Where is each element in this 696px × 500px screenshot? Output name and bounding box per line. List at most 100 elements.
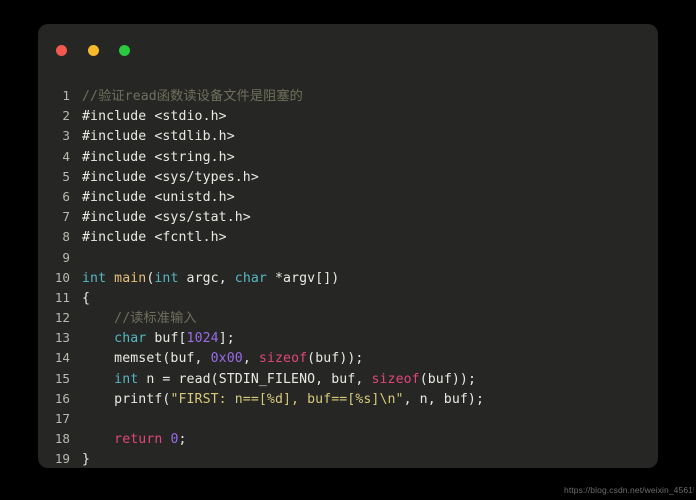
line-number: 3	[62, 128, 70, 144]
code-line: 13 char buf[1024];	[38, 328, 658, 348]
code-line-content: return 0;	[82, 430, 187, 450]
code-window: 1//验证read函数读设备文件是阻塞的 2 #include <stdio.h> 3…	[38, 24, 658, 468]
code-token: memset(buf,	[82, 351, 211, 367]
code-line-content: //读标准输入	[82, 309, 197, 329]
code-line-content: #include <string.h>	[82, 148, 235, 168]
line-number: 11	[54, 289, 70, 305]
line-number: 16	[54, 390, 70, 406]
line-number: 17	[54, 411, 70, 426]
code-line: 7 #include <sys/stat.h>	[38, 207, 658, 227]
code-line-content: #include <stdio.h>	[82, 107, 227, 127]
line-number: 2	[62, 108, 70, 124]
code-line: 15 int n = read(STDIN_FILENO, buf, sizeo…	[38, 369, 658, 389]
code-token: #include <string.h>	[82, 149, 235, 165]
code-line: 6 #include <unistd.h>	[38, 187, 658, 207]
window-titlebar	[38, 24, 658, 72]
code-token: #include <stdio.h>	[82, 109, 227, 125]
code-token: n = read(STDIN_FILENO, buf,	[138, 371, 372, 387]
code-token: }	[82, 452, 91, 468]
code-token: 0x00	[210, 351, 243, 367]
code-token: //验证read函数读设备文件是阻塞的	[82, 89, 303, 104]
code-line: 12 //读标准输入	[38, 308, 658, 328]
code-token: {	[82, 290, 91, 306]
code-token: #include <unistd.h>	[82, 189, 235, 205]
code-line: 1 //验证read函数读设备文件是阻塞的	[38, 86, 658, 106]
code-token: int	[154, 270, 179, 286]
code-line: 4 #include <string.h>	[38, 147, 658, 167]
code-line-content: //验证read函数读设备文件是阻塞的	[82, 87, 303, 107]
code-token: #include <sys/types.h>	[82, 169, 259, 185]
code-token: (buf));	[419, 371, 476, 387]
code-token: ];	[218, 331, 235, 347]
watermark-url: https://blog.csdn.net/weixin_456150	[564, 485, 694, 495]
code-token: int	[114, 371, 139, 387]
code-token: char	[234, 270, 267, 286]
line-number: 10	[54, 269, 70, 285]
code-token: , n, buf);	[403, 391, 484, 407]
line-number: 5	[62, 168, 70, 184]
code-line-content: {	[82, 289, 90, 309]
maximize-window-button[interactable]	[119, 45, 131, 56]
code-line: 11 {	[38, 288, 658, 308]
line-number: 1	[62, 88, 70, 103]
code-line-content: printf("FIRST: n==[%d], buf==[%s]\n", n,…	[82, 390, 484, 410]
code-line: 10 int main(int argc, char *argv[])	[38, 268, 658, 288]
code-line-content: }	[82, 450, 90, 470]
minimize-window-button[interactable]	[87, 45, 99, 56]
code-line: 17	[38, 409, 658, 429]
code-line-content: #include <unistd.h>	[82, 188, 235, 208]
line-number: 18	[54, 431, 70, 447]
code-token: sizeof	[258, 351, 308, 367]
close-window-button[interactable]	[56, 45, 67, 56]
code-line: 2 #include <stdio.h>	[38, 106, 658, 126]
code-token: 0	[170, 432, 179, 448]
code-editor[interactable]: 1//验证read函数读设备文件是阻塞的 2 #include <stdio.h> 3…	[38, 72, 658, 470]
code-token: #include <stdlib.h>	[82, 129, 235, 145]
code-token: *argv[])	[266, 270, 340, 286]
line-number: 6	[62, 188, 70, 204]
code-line-content: #include <sys/stat.h>	[82, 208, 251, 228]
code-token: printf(	[82, 391, 171, 407]
line-number: 13	[54, 330, 70, 346]
code-token: return	[114, 432, 163, 448]
code-line: 14 memset(buf, 0x00, sizeof(buf));	[38, 348, 658, 368]
line-number: 15	[54, 370, 70, 386]
code-line: 19}	[38, 449, 658, 469]
code-line: 5 #include <sys/types.h>	[38, 167, 658, 187]
code-token: int	[82, 270, 107, 286]
code-token: //读标准输入	[82, 311, 197, 327]
code-token: "FIRST: n==[%d], buf==[%s]\n"	[170, 391, 404, 407]
code-line-content: #include <sys/types.h>	[82, 168, 259, 188]
code-line-content: char buf[1024];	[82, 329, 235, 349]
line-number: 9	[62, 249, 70, 265]
code-token: #include <sys/stat.h>	[82, 210, 251, 226]
code-token: char	[114, 331, 147, 347]
code-line: 18 return 0;	[38, 429, 658, 449]
line-number: 14	[54, 350, 70, 366]
line-number: 7	[62, 209, 70, 225]
code-token: ;	[178, 432, 187, 448]
code-line: 16 printf("FIRST: n==[%d], buf==[%s]\n",…	[38, 389, 658, 409]
code-token: buf[	[146, 331, 187, 347]
line-number: 4	[62, 148, 70, 164]
code-token: #include <fcntl.h>	[82, 230, 227, 246]
code-token: (buf));	[307, 351, 364, 367]
code-line-content: int main(int argc, char *argv[])	[82, 269, 339, 289]
code-token: argc,	[178, 270, 235, 286]
code-line: 3 #include <stdlib.h>	[38, 126, 658, 146]
code-token: sizeof	[371, 371, 420, 387]
line-number: 19	[54, 451, 70, 467]
code-line: 9	[38, 248, 658, 268]
line-number: 8	[62, 229, 70, 245]
line-number: 12	[54, 310, 70, 326]
code-line-content: #include <fcntl.h>	[82, 228, 227, 248]
code-token: main	[114, 270, 147, 286]
code-line-content: #include <stdlib.h>	[82, 127, 235, 147]
code-line: 8 #include <fcntl.h>	[38, 227, 658, 247]
code-token: 1024	[186, 331, 219, 347]
code-token: ,	[242, 351, 259, 367]
